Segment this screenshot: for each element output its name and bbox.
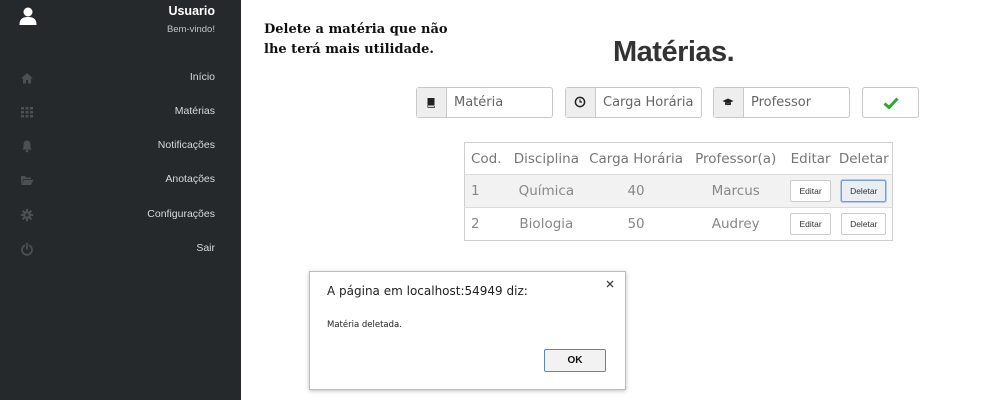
professor-input[interactable]	[745, 88, 849, 117]
confirm-button[interactable]	[862, 87, 919, 118]
cell-deletar: Deletar	[835, 174, 893, 208]
gear-icon	[20, 208, 34, 222]
cell-cod: 2	[464, 207, 507, 241]
sidebar-item-label: Notificações	[157, 139, 215, 151]
user-avatar-icon	[19, 7, 37, 25]
sidebar-item-notificacoes[interactable]: Notificações	[0, 134, 241, 158]
cell-deletar: Deletar	[835, 207, 893, 241]
sidebar-item-label: Anotações	[165, 173, 215, 185]
table-row: 1 Química 40 Marcus Editar Deletar	[464, 174, 893, 208]
sidebar-item-label: Sair	[196, 242, 215, 254]
cell-cod: 1	[464, 174, 507, 208]
bell-icon	[22, 140, 32, 153]
sidebar-item-label: Início	[189, 71, 215, 83]
ok-button[interactable]: OK	[544, 349, 606, 372]
header-disciplina: Disciplina	[513, 150, 579, 167]
carga-input-group	[565, 87, 702, 118]
header-cod: Cod.	[471, 150, 502, 167]
edit-button[interactable]: Editar	[790, 180, 831, 202]
grid-icon	[21, 107, 33, 118]
close-icon[interactable]	[603, 277, 617, 291]
home-icon	[21, 73, 33, 84]
cell-editar: Editar	[785, 174, 836, 208]
cell-disciplina: Química	[506, 174, 587, 208]
materia-input[interactable]	[448, 88, 552, 117]
power-icon	[21, 242, 33, 256]
cell-editar: Editar	[785, 207, 836, 241]
cell-carga-horaria: 40	[586, 174, 686, 208]
graduation-cap-icon	[722, 98, 734, 106]
header-deletar: Deletar	[838, 150, 889, 167]
clock-icon	[574, 96, 586, 108]
table-header-row: Cod. Disciplina Carga Horária Professor(…	[465, 143, 893, 175]
dialog-title: A página em localhost:54949 diz:	[327, 284, 528, 298]
user-name: Usuario	[168, 4, 215, 18]
cell-professor: Audrey	[685, 207, 786, 241]
check-icon	[883, 97, 899, 109]
header-professor: Professor(a)	[695, 150, 777, 167]
instruction-text: Delete a matéria que não lhe terá mais u…	[264, 22, 448, 57]
cell-disciplina: Biologia	[506, 207, 587, 241]
book-icon	[427, 98, 435, 108]
carga-horaria-input[interactable]	[597, 88, 701, 117]
materia-addon	[417, 88, 447, 117]
materias-table: Cod. Disciplina Carga Horária Professor(…	[464, 142, 893, 241]
delete-button[interactable]: Deletar	[841, 213, 887, 235]
sidebar-item-anotacoes[interactable]: Anotações	[0, 168, 241, 192]
folder-open-icon	[21, 176, 34, 185]
alert-dialog: A página em localhost:54949 diz: Matéria…	[309, 271, 626, 390]
sidebar-item-label: Matérias	[174, 105, 215, 117]
delete-button[interactable]: Deletar	[841, 180, 887, 202]
materia-input-group	[416, 87, 553, 118]
table-row: 2 Biologia 50 Audrey Editar Deletar	[464, 207, 893, 241]
header-carga-horaria: Carga Horária	[589, 150, 684, 167]
edit-button[interactable]: Editar	[790, 213, 831, 235]
professor-addon	[714, 88, 744, 117]
page-title: Matérias.	[613, 36, 735, 68]
sidebar-item-label: Configurações	[147, 208, 215, 220]
sidebar-item-inicio[interactable]: Início	[0, 66, 241, 90]
user-block: Usuario Bem-vindo!	[0, 0, 241, 50]
cell-carga-horaria: 50	[586, 207, 686, 241]
professor-input-group	[713, 87, 850, 118]
header-editar: Editar	[790, 150, 831, 167]
sidebar: Usuario Bem-vindo! Início Matérias Notif…	[0, 0, 241, 400]
user-greeting: Bem-vindo!	[166, 24, 215, 35]
sidebar-item-materias[interactable]: Matérias	[0, 100, 241, 124]
cell-professor: Marcus	[685, 174, 786, 208]
carga-addon	[566, 88, 596, 117]
dialog-message: Matéria deletada.	[327, 320, 402, 330]
sidebar-item-configuracoes[interactable]: Configurações	[0, 203, 241, 227]
sidebar-item-sair[interactable]: Sair	[0, 237, 241, 261]
